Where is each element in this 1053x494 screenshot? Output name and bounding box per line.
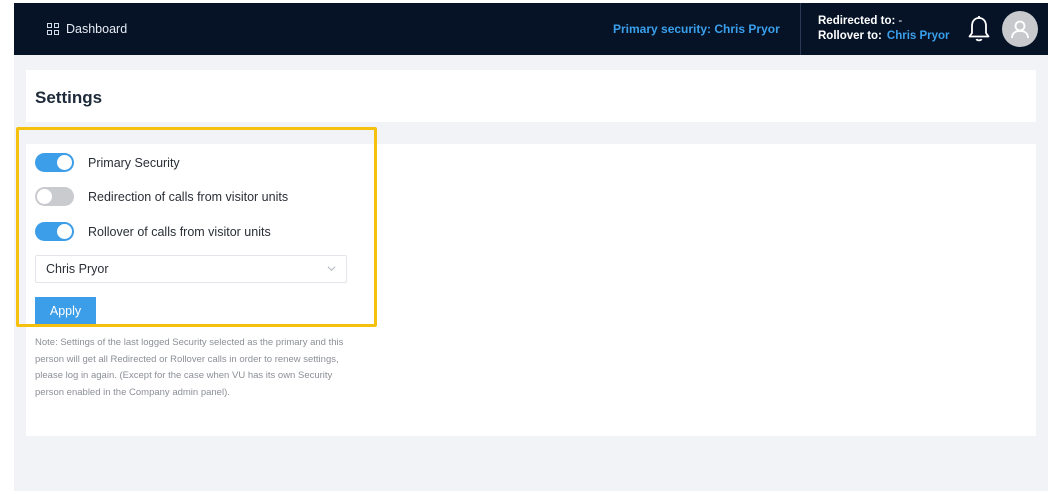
highlight-frame [16, 127, 377, 327]
dashboard-grid-icon [47, 23, 59, 35]
redirected-label: Redirected to: [818, 15, 896, 27]
settings-header-card: Settings [26, 70, 1036, 122]
settings-note: Note: Settings of the last logged Securi… [35, 337, 344, 398]
nav-dashboard-label: Dashboard [66, 22, 128, 36]
user-avatar-icon[interactable] [1002, 11, 1038, 47]
primary-security-indicator: Primary security: Chris Pryor [613, 22, 780, 36]
rollover-value: Chris Pryor [886, 30, 950, 42]
nav-dashboard[interactable]: Dashboard [47, 3, 127, 55]
bell-icon[interactable] [967, 15, 991, 43]
rollover-label: Rollover to: [818, 30, 882, 42]
header-divider [800, 3, 801, 55]
redirected-value: - [898, 15, 903, 27]
top-navbar: Dashboard Primary security: Chris Pryor … [14, 3, 1048, 55]
page-title: Settings [35, 88, 103, 107]
redirect-status: Redirected to: - Rollover to: Chris Pryor [818, 14, 950, 44]
